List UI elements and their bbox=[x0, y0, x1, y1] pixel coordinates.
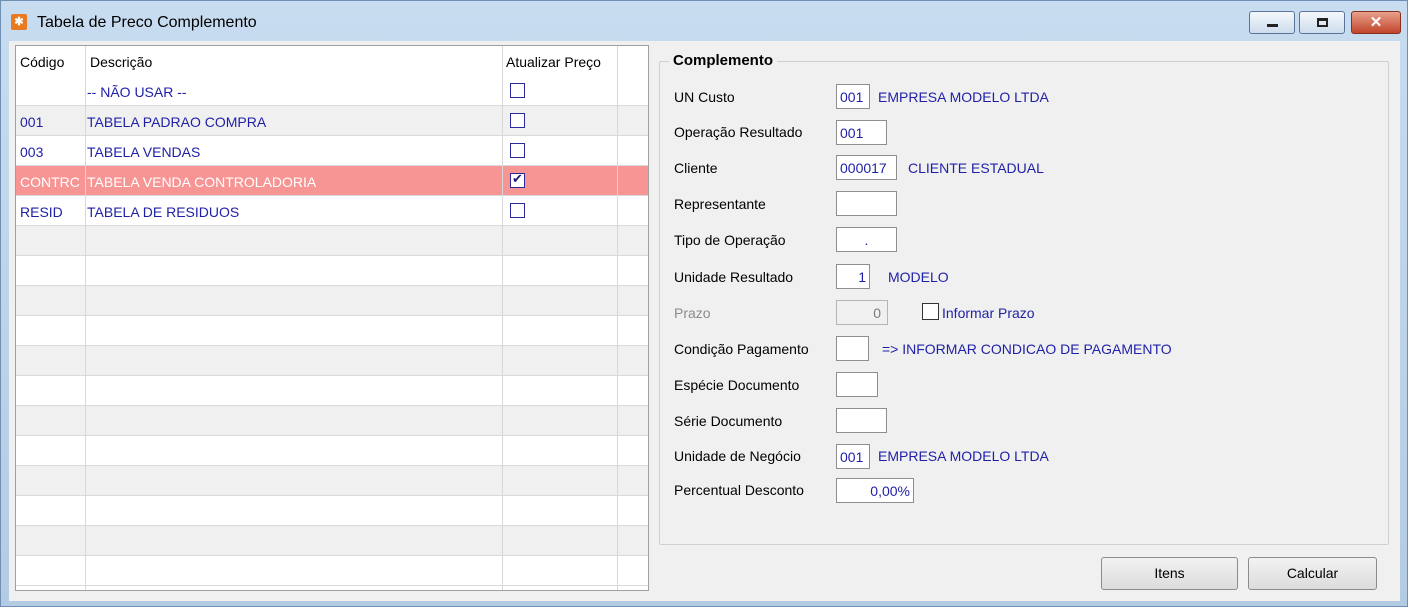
cell-description: TABELA VENDAS bbox=[87, 144, 201, 160]
prazo-label: Prazo bbox=[674, 305, 711, 321]
un-custo-field[interactable]: 001 bbox=[836, 84, 870, 109]
column-divider bbox=[502, 46, 503, 590]
cliente-field[interactable]: 000017 bbox=[836, 155, 897, 180]
empty-row bbox=[16, 466, 648, 496]
empty-row bbox=[16, 526, 648, 556]
cell-code: RESID bbox=[20, 204, 63, 220]
un-custo-description: EMPRESA MODELO LTDA bbox=[878, 89, 1049, 105]
informar-prazo-checkbox[interactable] bbox=[922, 303, 939, 320]
prazo-field: 0 bbox=[836, 300, 888, 325]
close-icon: ✕ bbox=[1369, 14, 1383, 31]
unidade-negocio-field[interactable]: 001 bbox=[836, 444, 870, 469]
percentual-desconto-field[interactable]: 0,00% bbox=[836, 478, 914, 503]
itens-button[interactable]: Itens bbox=[1101, 557, 1238, 590]
column-header-code[interactable]: Código bbox=[20, 54, 64, 70]
serie-documento-field[interactable] bbox=[836, 408, 887, 433]
table-row[interactable]: 001 TABELA PADRAO COMPRA bbox=[16, 106, 648, 136]
cliente-description: CLIENTE ESTADUAL bbox=[908, 160, 1044, 176]
percentual-desconto-label: Percentual Desconto bbox=[674, 482, 804, 498]
grid-header: Código Descrição Atualizar Preço bbox=[16, 46, 648, 76]
empty-row bbox=[16, 436, 648, 466]
title-bar[interactable]: ✱ Tabela de Preco Complemento ✕ bbox=[1, 1, 1407, 41]
tipo-operacao-label: Tipo de Operação bbox=[674, 232, 786, 248]
update-price-checkbox[interactable] bbox=[510, 143, 525, 158]
empty-row bbox=[16, 376, 648, 406]
table-row-selected[interactable]: CONTRC TABELA VENDA CONTROLADORIA bbox=[16, 166, 648, 196]
unidade-negocio-description: EMPRESA MODELO LTDA bbox=[878, 448, 1049, 464]
column-divider bbox=[617, 46, 618, 590]
cell-description: -- NÃO USAR -- bbox=[87, 84, 187, 100]
client-area: Código Descrição Atualizar Preço -- NÃO … bbox=[9, 41, 1400, 601]
unidade-negocio-label: Unidade de Negócio bbox=[674, 448, 801, 464]
condicao-pagamento-field[interactable] bbox=[836, 336, 869, 361]
representante-field[interactable] bbox=[836, 191, 897, 216]
operacao-resultado-label: Operação Resultado bbox=[674, 124, 803, 140]
empty-row bbox=[16, 286, 648, 316]
update-price-checkbox[interactable] bbox=[510, 203, 525, 218]
app-logo-icon: ✱ bbox=[11, 14, 27, 30]
empty-row bbox=[16, 556, 648, 586]
empty-row bbox=[16, 406, 648, 436]
unidade-resultado-description: MODELO bbox=[888, 269, 949, 285]
empty-row bbox=[16, 496, 648, 526]
window-title: Tabela de Preco Complemento bbox=[37, 14, 257, 31]
cell-code: CONTRC bbox=[20, 174, 80, 190]
minimize-button[interactable] bbox=[1249, 11, 1295, 34]
operacao-resultado-field[interactable]: 001 bbox=[836, 120, 887, 145]
condicao-pagamento-hint: => INFORMAR CONDICAO DE PAGAMENTO bbox=[882, 341, 1172, 357]
close-button[interactable]: ✕ bbox=[1351, 11, 1401, 34]
cliente-label: Cliente bbox=[674, 160, 718, 176]
especie-documento-label: Espécie Documento bbox=[674, 377, 800, 393]
empty-row bbox=[16, 346, 648, 376]
informar-prazo-label[interactable]: Informar Prazo bbox=[942, 305, 1035, 321]
empty-row bbox=[16, 316, 648, 346]
un-custo-label: UN Custo bbox=[674, 89, 735, 105]
table-row[interactable]: 003 TABELA VENDAS bbox=[16, 136, 648, 166]
cell-description: TABELA DE RESIDUOS bbox=[87, 204, 240, 220]
dialog-window: ✱ Tabela de Preco Complemento ✕ Código D… bbox=[0, 0, 1408, 607]
especie-documento-field[interactable] bbox=[836, 372, 878, 397]
table-row[interactable]: -- NÃO USAR -- bbox=[16, 76, 648, 106]
cell-code: 001 bbox=[20, 114, 44, 130]
cell-description: TABELA PADRAO COMPRA bbox=[87, 114, 267, 130]
unidade-resultado-field[interactable]: 1 bbox=[836, 264, 870, 289]
tipo-operacao-field[interactable]: . bbox=[836, 227, 897, 252]
maximize-button[interactable] bbox=[1299, 11, 1345, 34]
maximize-icon bbox=[1317, 18, 1328, 27]
cell-code: 003 bbox=[20, 144, 44, 160]
serie-documento-label: Série Documento bbox=[674, 413, 783, 429]
update-price-checkbox-checked[interactable] bbox=[510, 171, 525, 188]
table-row[interactable]: RESID TABELA DE RESIDUOS bbox=[16, 196, 648, 226]
calcular-button[interactable]: Calcular bbox=[1248, 557, 1377, 590]
complemento-title: Complemento bbox=[669, 52, 778, 69]
column-header-update-price[interactable]: Atualizar Preço bbox=[506, 54, 601, 70]
cell-description[interactable]: TABELA VENDA CONTROLADORIA bbox=[87, 174, 497, 190]
column-header-description[interactable]: Descrição bbox=[90, 54, 152, 70]
update-price-checkbox[interactable] bbox=[510, 113, 525, 128]
minimize-icon bbox=[1267, 24, 1278, 27]
price-table-grid[interactable]: Código Descrição Atualizar Preço -- NÃO … bbox=[15, 45, 649, 591]
empty-row bbox=[16, 226, 648, 256]
column-divider bbox=[85, 46, 86, 590]
condicao-pagamento-label: Condição Pagamento bbox=[674, 341, 809, 357]
update-price-checkbox[interactable] bbox=[510, 83, 525, 98]
representante-label: Representante bbox=[674, 196, 766, 212]
empty-row bbox=[16, 256, 648, 286]
unidade-resultado-label: Unidade Resultado bbox=[674, 269, 794, 285]
